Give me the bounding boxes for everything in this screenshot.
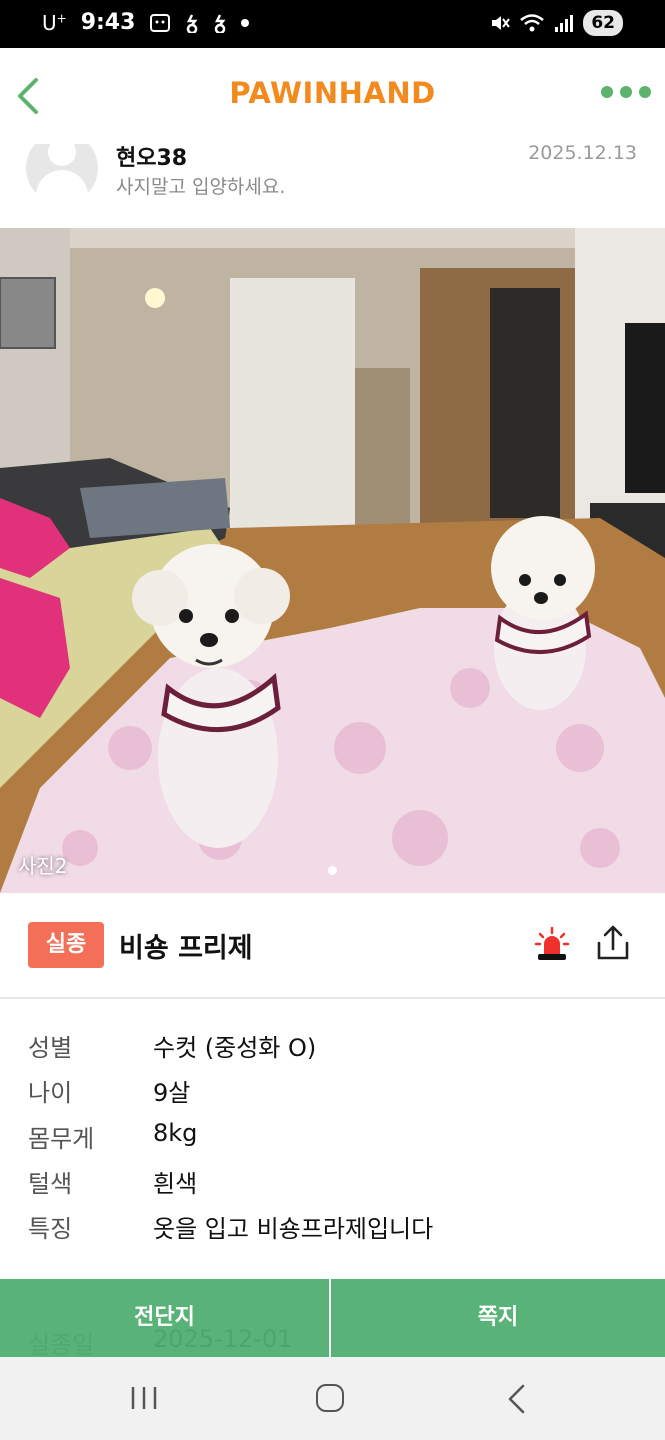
system-nav-bar <box>0 1357 665 1440</box>
detail-value: 흰색 <box>153 1170 198 1198</box>
photo-indicator-dot <box>328 866 337 875</box>
battery-indicator: 62 <box>583 10 623 36</box>
avatar[interactable] <box>26 144 98 204</box>
detail-label: 특징 <box>28 1215 73 1243</box>
notification-icon <box>215 13 226 33</box>
home-icon[interactable] <box>316 1384 344 1412</box>
siren-icon[interactable] <box>534 926 570 962</box>
status-badge: 실종 <box>28 922 104 968</box>
message-button[interactable]: 쪽지 <box>331 1279 665 1357</box>
detail-label: 몸무게 <box>28 1125 95 1153</box>
signal-icon <box>555 15 574 32</box>
detail-row-weight: 몸무게 8kg <box>0 1119 665 1164</box>
nav-back-icon[interactable] <box>505 1383 527 1415</box>
bottom-action-bar: 전단지 쪽지 <box>0 1279 665 1357</box>
post-title-row: 실종 비숑 프리제 <box>0 893 665 999</box>
post-date: 2025.12.13 <box>528 144 637 164</box>
status-left: U+ 9:43 <box>42 10 250 35</box>
detail-label: 털색 <box>28 1170 73 1198</box>
detail-value: 9살 <box>153 1079 191 1107</box>
photo-counter: 사진2 <box>18 854 68 878</box>
screenshot-icon <box>150 13 171 32</box>
clock: 9:43 <box>80 10 136 35</box>
detail-row-color: 털색 흰색 <box>0 1164 665 1209</box>
author-message: 사지말고 입양하세요. <box>116 176 286 198</box>
brand-logo: PAWINHAND <box>229 76 436 110</box>
dot-icon <box>241 18 250 27</box>
photo-illustration <box>0 228 665 893</box>
notification-icon <box>187 13 198 33</box>
author-name[interactable]: 현오38 <box>116 144 187 172</box>
status-right: 62 <box>489 10 623 36</box>
mute-icon <box>492 16 511 30</box>
detail-label: 성별 <box>28 1034 73 1062</box>
detail-row-age: 나이 9살 <box>0 1073 665 1118</box>
detail-label: 나이 <box>28 1079 73 1107</box>
app-header: PAWINHAND <box>0 48 665 144</box>
detail-value: 8kg <box>153 1119 198 1147</box>
breed-title: 비숑 프리제 <box>119 933 253 964</box>
detail-row-features: 특징 옷을 입고 비숑프라제입니다 <box>0 1209 665 1254</box>
recent-apps-icon[interactable] <box>130 1385 158 1411</box>
carrier-label: U+ <box>42 10 67 35</box>
status-bar: U+ 9:43 62 <box>0 0 665 48</box>
flyer-button[interactable]: 전단지 <box>0 1279 331 1357</box>
author-row: 현오38 사지말고 입양하세요. 2025.12.13 <box>0 144 665 228</box>
detail-row-gender: 성별 수컷 (중성화 O) <box>0 1028 665 1073</box>
wifi-icon <box>520 14 545 32</box>
share-icon[interactable] <box>594 923 632 963</box>
detail-value: 수컷 (중성화 O) <box>153 1034 317 1062</box>
pet-photo[interactable]: 사진2 <box>0 228 665 893</box>
detail-value: 옷을 입고 비숑프라제입니다 <box>153 1215 434 1243</box>
more-options-icon[interactable] <box>601 86 651 98</box>
